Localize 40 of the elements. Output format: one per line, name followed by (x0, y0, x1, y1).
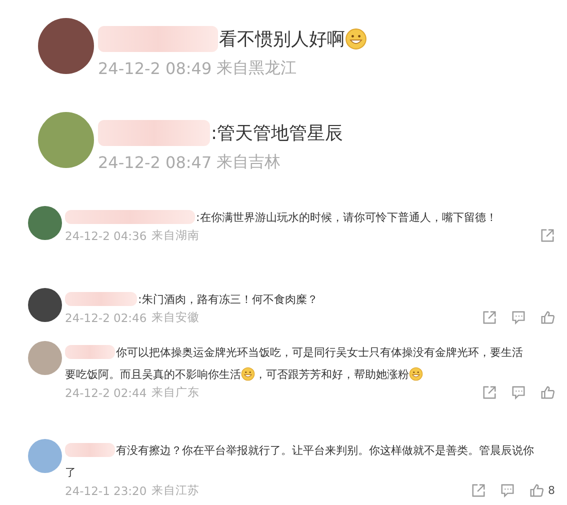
comment-location: 来自安徽 (152, 310, 200, 325)
emoji-icon (345, 28, 367, 50)
comment-location: 来自吉林 (216, 152, 281, 173)
comment-icon[interactable] (500, 483, 515, 498)
comment-time: 24-12-2 04:36 (65, 228, 147, 242)
avatar[interactable] (28, 288, 62, 322)
comment-text: 看不惯别人好啊 (219, 28, 345, 51)
comment-text: ，可否跟芳芳和好，帮助她涨粉 (255, 366, 409, 382)
share-icon[interactable] (540, 228, 555, 243)
emoji-icon (241, 367, 255, 381)
comment-text: 了 (65, 464, 76, 480)
like-icon[interactable] (529, 483, 544, 498)
share-icon[interactable] (471, 483, 486, 498)
blurred-name (65, 292, 137, 306)
comment-text: :在你满世界游山玩水的时候，请你可怜下普通人，嘴下留德！ (196, 210, 497, 224)
comment-icon[interactable] (511, 385, 526, 400)
comment-icon[interactable] (511, 310, 526, 325)
comment-text: 要吃饭阿。而且吴真的不影响你生活 (65, 366, 241, 382)
like-icon[interactable] (540, 385, 555, 400)
comment-text: 有没有擦边？你在平台举报就行了。让平台来判别。你这样做就不是善类。管晨辰说你 (116, 442, 534, 458)
comment-time: 24-12-2 02:46 (65, 310, 147, 324)
comment-location: 来自湖南 (152, 228, 200, 243)
emoji-icon (409, 367, 423, 381)
share-icon[interactable] (482, 385, 497, 400)
share-icon[interactable] (482, 310, 497, 325)
comment-location: 来自广东 (152, 385, 200, 400)
comment-time: 24-12-1 23:20 (65, 484, 147, 498)
comment-time: 24-12-2 08:47 (98, 153, 212, 172)
blurred-name (65, 443, 115, 457)
like-icon[interactable] (540, 310, 555, 325)
avatar[interactable] (28, 206, 62, 240)
comment-location: 来自黑龙江 (216, 58, 297, 79)
comment-text: 你可以把体操奥运金牌光环当饭吃，可是同行吴女士只有体操没有金牌光环，要生活 (116, 344, 523, 360)
comment-location: 来自江苏 (152, 483, 200, 498)
comment-text: :朱门酒肉，路有冻三！何不食肉糜？ (138, 292, 318, 306)
blurred-name (65, 345, 115, 359)
comment-time: 24-12-2 08:49 (98, 59, 212, 78)
comment-text: :管天管地管星辰 (211, 122, 344, 145)
comment-time: 24-12-2 02:44 (65, 386, 147, 400)
like-count: 8 (548, 484, 555, 497)
